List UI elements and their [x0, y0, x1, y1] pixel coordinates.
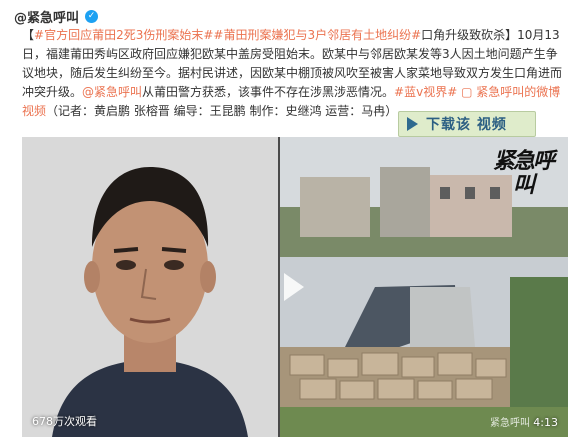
post-body: 从莆田警方获悉，该事件不存在涉黑涉恶情况。 [142, 85, 395, 99]
watermark: 紧急呼叫 [490, 418, 530, 429]
topic-tag[interactable]: #莆田刑案嫌犯与3户邻居有土地纠纷# [213, 28, 421, 42]
view-count: 678万次观看 [32, 415, 97, 428]
video-icon: ▢ [457, 85, 477, 99]
username[interactable]: @紧急呼叫 [14, 7, 79, 26]
post-text: 【#官方回应莆田2死3伤刑案始末##莆田刑案嫌犯与3户邻居有土地纠纷#口角升级致… [22, 26, 562, 121]
topic-tag[interactable]: #官方回应莆田2死3伤刑案始末# [34, 28, 213, 42]
topic-tag[interactable]: #蓝v视界# [394, 85, 457, 99]
play-icon[interactable] [284, 273, 304, 301]
suspect-photo [22, 137, 278, 437]
mention-link[interactable]: @紧急呼叫 [82, 85, 142, 99]
post-header: @紧急呼叫 ✓ [14, 6, 99, 26]
credits: （记者：黄启鹏 张榕晋 编导：王昆鹏 制作：史继鸿 运营：马冉） [46, 104, 398, 118]
video-duration: 4:13 [533, 416, 558, 429]
verified-badge-icon: ✓ [85, 9, 99, 23]
scene-photo: 紧急呼叫 [280, 137, 568, 437]
download-label: 下载该 视频 [426, 117, 507, 133]
play-icon [407, 117, 418, 131]
video-player[interactable]: 紧急呼叫 678万次观看 紧急呼叫 4:13 [22, 137, 568, 437]
download-video-button[interactable]: 下载该 视频 [398, 111, 536, 137]
bracket-open: 【 [22, 28, 35, 42]
channel-logo: 紧急呼叫 [492, 148, 555, 198]
